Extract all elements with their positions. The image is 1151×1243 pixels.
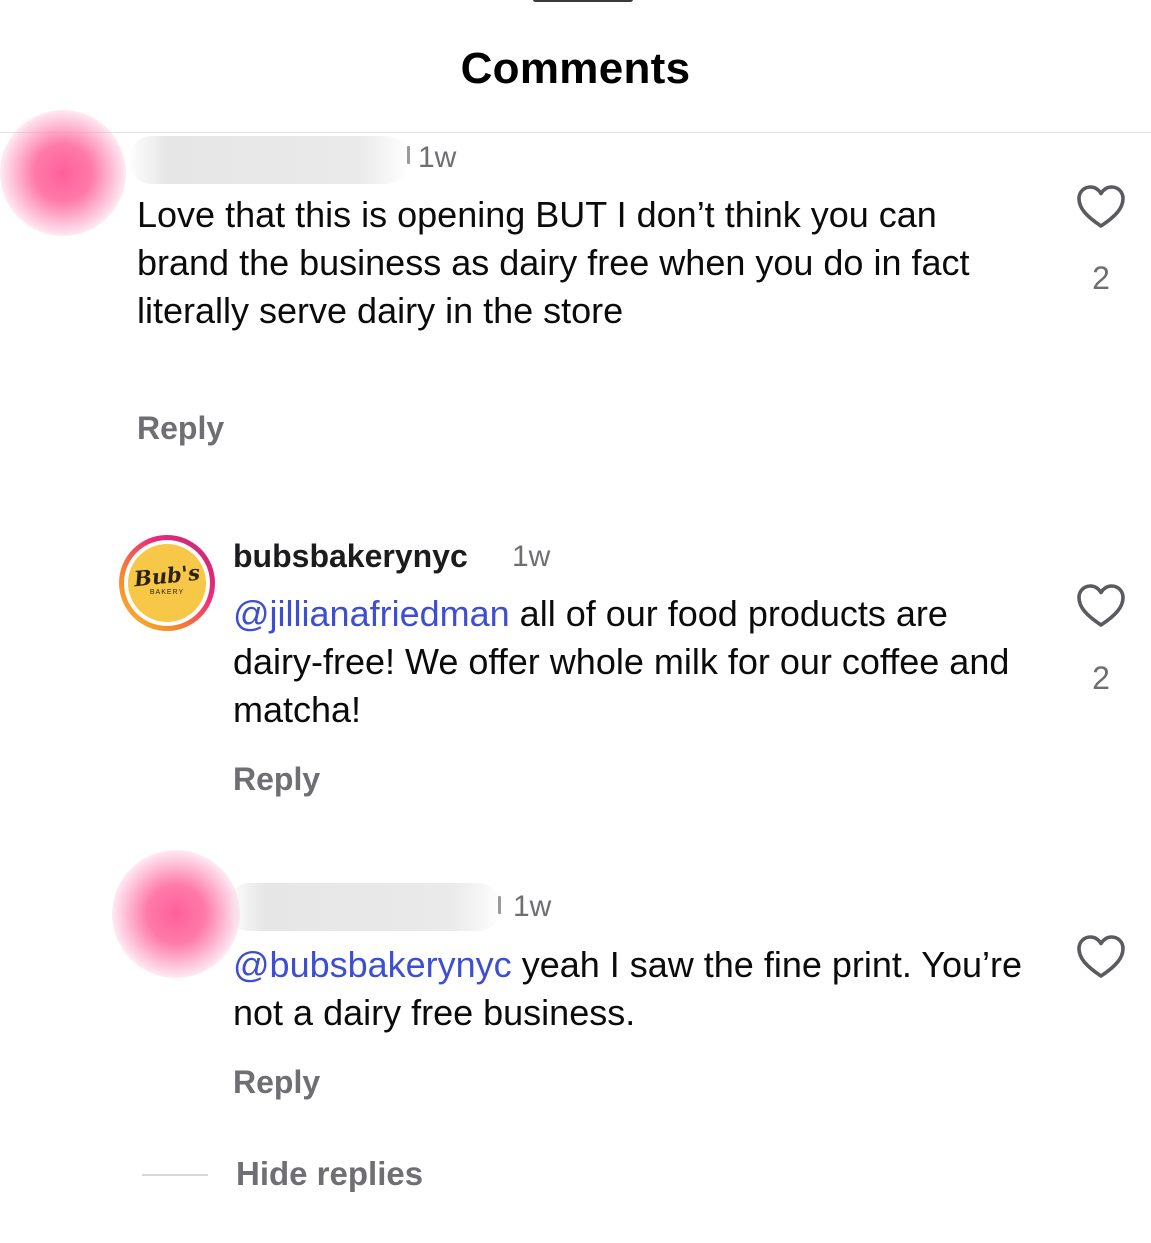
sheet-drag-handle[interactable] xyxy=(533,0,633,2)
mention-link[interactable]: @bubsbakerynyc xyxy=(233,944,512,985)
header-divider xyxy=(0,132,1151,133)
heart-icon xyxy=(1077,185,1125,228)
username-redacted-edge xyxy=(498,896,501,914)
comment-text: @jillianafriedman all of our food produc… xyxy=(233,590,1023,734)
like-button[interactable] xyxy=(1076,583,1126,629)
username-redacted-edge xyxy=(407,146,410,164)
heart-icon xyxy=(1077,935,1125,978)
comment-timestamp: 1w xyxy=(512,540,551,573)
like-count[interactable]: 2 xyxy=(1076,258,1126,298)
mention-link[interactable]: @jillianafriedman xyxy=(233,593,510,634)
reply-button[interactable]: Reply xyxy=(233,759,320,799)
heart-icon xyxy=(1077,584,1125,627)
like-button[interactable] xyxy=(1076,184,1126,230)
comment-text: Love that this is opening BUT I don’t th… xyxy=(137,194,970,331)
like-count[interactable]: 2 xyxy=(1076,658,1126,698)
reply-button[interactable]: Reply xyxy=(137,408,224,448)
bakery-logo: Bub's BAKERY xyxy=(128,544,206,622)
like-button[interactable] xyxy=(1076,934,1126,980)
avatar-ring-gap: Bub's BAKERY xyxy=(124,540,210,626)
logo-subtext: BAKERY xyxy=(149,589,185,596)
avatar[interactable]: Bub's BAKERY xyxy=(119,535,215,631)
hide-replies-line xyxy=(142,1174,208,1176)
avatar[interactable] xyxy=(112,850,240,978)
username-redacted[interactable] xyxy=(226,883,502,931)
comment-username[interactable]: bubsbakerynyc xyxy=(233,536,468,576)
comment-timestamp: 1w xyxy=(513,890,552,923)
avatar[interactable] xyxy=(0,110,126,236)
hide-replies-button[interactable]: Hide replies xyxy=(236,1154,423,1194)
comment-text: @bubsbakerynyc yeah I saw the fine print… xyxy=(233,941,1023,1037)
reply-button[interactable]: Reply xyxy=(233,1062,320,1102)
username-redacted[interactable] xyxy=(128,136,410,184)
page-title: Comments xyxy=(460,44,691,93)
comment-timestamp: 1w xyxy=(418,141,457,174)
